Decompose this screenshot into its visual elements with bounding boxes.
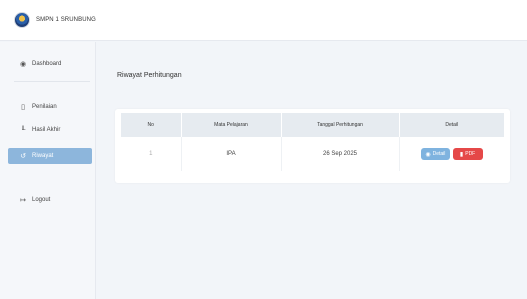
pdf-file-icon: ▮	[459, 151, 464, 158]
sidebar-item-hasil-akhir[interactable]: ╙ Hasil Akhir	[8, 123, 92, 137]
logout-icon: ↦	[20, 197, 26, 204]
sidebar-item-label: Riwayat	[32, 153, 54, 159]
detail-button[interactable]: ◉ Detail	[420, 148, 450, 160]
history-card: No Mata Pelajaran Tanggal Perhitungan De…	[115, 109, 510, 183]
history-table: No Mata Pelajaran Tanggal Perhitungan De…	[121, 113, 504, 171]
detail-button-label: Detail	[432, 151, 446, 157]
sidebar-item-dashboard[interactable]: ◉ Dashboard	[8, 57, 92, 71]
sidebar-item-label: Hasil Akhir	[32, 127, 61, 133]
brand-name: SMPN 1 SRUNBUNG	[36, 17, 96, 23]
cell-actions: ◉ Detail ▮ PDF	[399, 137, 504, 171]
top-bar: SMPN 1 SRUNBUNG	[0, 0, 527, 41]
cell-date: 26 Sep 2025	[281, 137, 400, 171]
sidebar-item-label: Penilaian	[32, 104, 57, 110]
column-header-no: No	[121, 113, 182, 137]
table-row: 1 IPA 26 Sep 2025 ◉ Detail ▮ PDF	[121, 137, 504, 171]
school-logo-icon	[14, 12, 30, 28]
column-header-date: Tanggal Perhitungan	[281, 113, 400, 137]
sidebar: ◉ Dashboard ▯ Penilaian ╙ Hasil Akhir ↺ …	[0, 42, 96, 299]
cell-no: 1	[121, 137, 182, 171]
sidebar-item-penilaian[interactable]: ▯ Penilaian	[8, 100, 92, 114]
sidebar-item-label: Logout	[32, 197, 51, 203]
document-icon: ▯	[21, 104, 25, 111]
history-icon: ↺	[20, 153, 26, 160]
pdf-button-label: PDF	[465, 151, 476, 157]
sidebar-item-label: Dashboard	[32, 61, 62, 67]
table-header-row: No Mata Pelajaran Tanggal Perhitungan De…	[121, 113, 504, 137]
pdf-button[interactable]: ▮ PDF	[452, 148, 483, 160]
column-header-detail: Detail	[399, 113, 504, 137]
chart-icon: ╙	[20, 126, 26, 134]
column-header-subject: Mata Pelajaran	[181, 113, 282, 137]
eye-icon: ◉	[425, 151, 431, 158]
page-title: Riwayat Perhitungan	[117, 72, 182, 79]
cell-subject: IPA	[181, 137, 282, 171]
sidebar-divider	[14, 81, 90, 82]
sidebar-item-logout[interactable]: ↦ Logout	[8, 193, 92, 207]
sidebar-item-riwayat[interactable]: ↺ Riwayat	[8, 148, 92, 164]
dashboard-icon: ◉	[19, 61, 27, 68]
